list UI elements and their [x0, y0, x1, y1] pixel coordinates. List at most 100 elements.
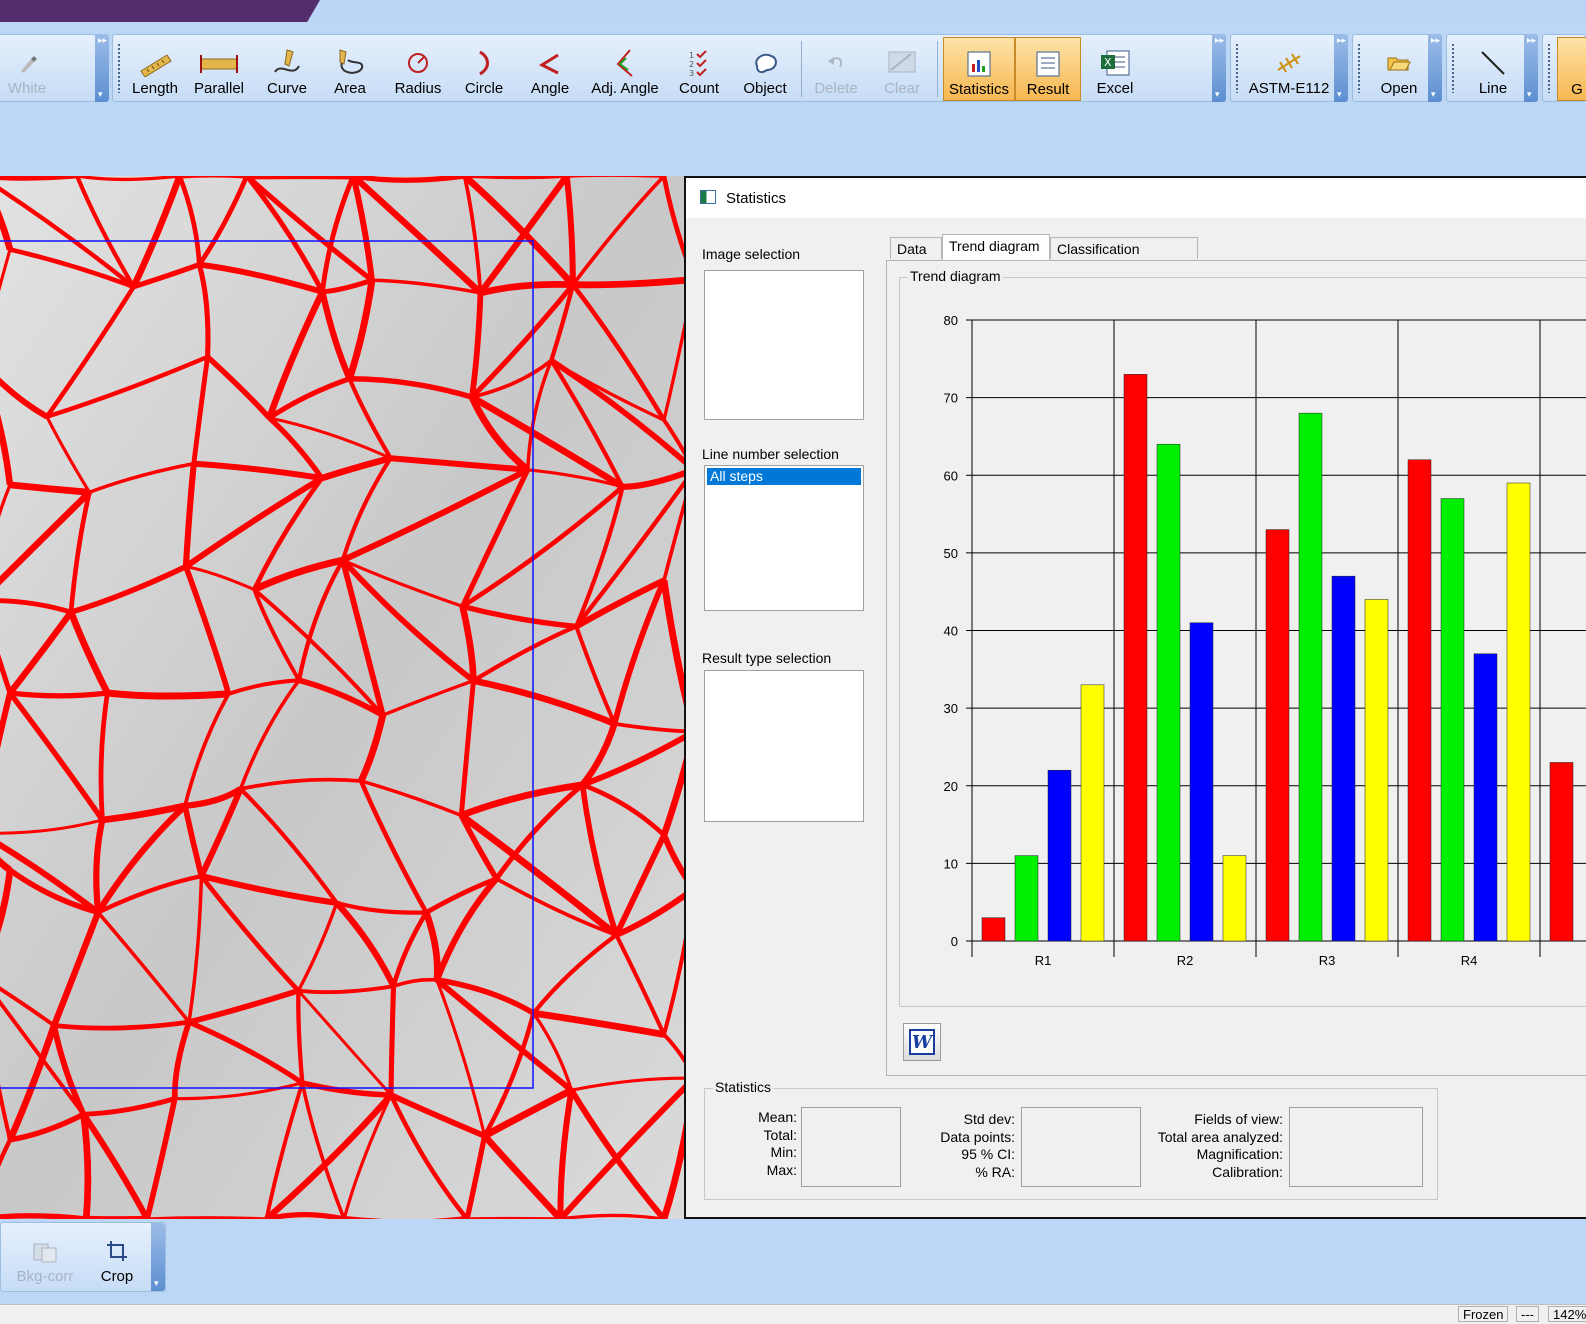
bar [1441, 499, 1464, 941]
grain-boundary [391, 986, 394, 1095]
x-tick-label: R2 [1177, 953, 1194, 968]
toolbar-grip[interactable] [1357, 43, 1361, 93]
result-button[interactable]: Result [1015, 37, 1081, 101]
bar [1015, 856, 1038, 941]
ruler-icon [137, 46, 173, 80]
partial-toolbar-button[interactable]: G [1557, 37, 1586, 101]
area-lasso-icon [334, 46, 366, 80]
length-button[interactable]: Length [127, 39, 183, 99]
calibration-label: Calibration: [1135, 1164, 1283, 1182]
bar [1365, 599, 1388, 941]
crop-button[interactable]: Crop [93, 1227, 141, 1287]
toolbar-grip[interactable] [1235, 43, 1239, 93]
bar [1048, 770, 1071, 941]
y-tick-label: 30 [944, 701, 958, 716]
svg-text:1: 1 [689, 51, 694, 60]
bottom-toolbar-overflow[interactable]: ▾ [151, 1223, 165, 1291]
main-toolbar: White ▸▸▾ Length Parallel Curve Area Rad… [0, 34, 1586, 104]
radius-button[interactable]: Radius [391, 39, 445, 99]
statistics-button[interactable]: Statistics [943, 37, 1015, 101]
grain-boundary [0, 1216, 86, 1219]
toolbar-group-overflow[interactable]: ▸▸▾ [95, 34, 109, 102]
parallel-ruler-icon [199, 46, 239, 80]
circle-arc-icon [474, 46, 494, 80]
clear-button[interactable]: Clear [875, 39, 929, 99]
std-dev-label: Std dev: [911, 1111, 1015, 1129]
image-selection-list[interactable] [704, 270, 864, 420]
pipette-icon [15, 46, 39, 80]
microstructure-image-view[interactable] [0, 176, 684, 1219]
ci-label: 95 % CI: [911, 1146, 1015, 1164]
excel-button[interactable]: X Excel [1089, 39, 1141, 99]
status-bar: Frozen --- 142% [0, 1304, 1586, 1324]
parallel-button[interactable]: Parallel [191, 39, 247, 99]
total-label: Total: [715, 1127, 797, 1145]
area-button[interactable]: Area [325, 39, 375, 99]
tab-classification-diagram[interactable]: Classification diagram [1050, 237, 1198, 259]
statistics-window: Statistics Image selection Line number s… [684, 176, 1586, 1219]
statistics-summary-group: Statistics Mean: Total: Min: Max: Std de… [704, 1088, 1438, 1200]
toolbar-group-overflow[interactable]: ▸▸▾ [1524, 34, 1538, 102]
white-button[interactable]: White [0, 39, 57, 99]
bar [1266, 530, 1289, 941]
app-tab-accent [0, 0, 320, 22]
svg-text:X: X [1104, 56, 1112, 69]
tab-trend-diagram[interactable]: Trend diagram [942, 234, 1050, 260]
bkg-corr-button[interactable]: Bkg-corr [13, 1227, 77, 1287]
min-label: Min: [715, 1144, 797, 1162]
angle-button[interactable]: Angle [525, 39, 575, 99]
statistics-window-titlebar[interactable]: Statistics [686, 178, 1586, 218]
toolbar-grip[interactable] [1547, 43, 1551, 93]
y-tick-label: 0 [951, 934, 958, 949]
object-button[interactable]: Object [737, 39, 793, 99]
line-number-selection-list[interactable]: All steps [704, 465, 864, 611]
status-placeholder: --- [1516, 1306, 1539, 1322]
toolbar-grip[interactable] [117, 43, 121, 93]
toolbar-group-astm: ASTM-E112 [1230, 34, 1348, 102]
result-type-selection-list[interactable] [704, 670, 864, 822]
toolbar-grip[interactable] [1451, 43, 1455, 93]
toolbar-group-overflow[interactable]: ▸▸▾ [1428, 34, 1442, 102]
toolbar-separator [937, 41, 938, 97]
object-shape-icon [751, 46, 779, 80]
bar [1299, 413, 1322, 941]
result-type-selection-label: Result type selection [702, 650, 831, 666]
open-button[interactable]: Open [1369, 39, 1429, 99]
grain-boundary-image[interactable] [0, 176, 684, 1219]
bar [1507, 483, 1530, 941]
result-table-icon [1035, 47, 1061, 81]
svg-text:2: 2 [689, 60, 694, 69]
bar [1550, 762, 1573, 941]
bar [1223, 856, 1246, 941]
toolbar-group-partial: G [1542, 34, 1586, 102]
bottom-toolbar: Bkg-corr Crop ▾ [0, 1222, 166, 1292]
svg-text:3: 3 [689, 69, 694, 78]
delete-button[interactable]: Delete [809, 39, 863, 99]
count-button[interactable]: 123 Count [673, 39, 725, 99]
toolbar-group-measure: Length Parallel Curve Area Radius Circle… [112, 34, 1222, 102]
toolbar-group-overflow[interactable]: ▸▸▾ [1334, 34, 1348, 102]
curve-button[interactable]: Curve [259, 39, 315, 99]
line-number-selection-label: Line number selection [702, 446, 839, 462]
adj-angle-button[interactable]: Adj. Angle [587, 39, 663, 99]
toolbar-group-overflow[interactable]: ▸▸▾ [1212, 34, 1226, 102]
crop-icon [105, 1234, 129, 1268]
bar [1408, 460, 1431, 941]
circle-button[interactable]: Circle [459, 39, 509, 99]
grain-boundary [147, 1218, 266, 1219]
count-checklist-icon: 123 [687, 46, 711, 80]
curve-pen-icon [271, 46, 303, 80]
list-item-all-steps[interactable]: All steps [707, 468, 861, 485]
bar [1190, 623, 1213, 941]
astm-e112-button[interactable]: ASTM-E112 [1243, 39, 1335, 99]
title-strip [0, 0, 1586, 22]
grain-boundary [465, 176, 567, 177]
export-word-button[interactable]: W [903, 1023, 941, 1061]
mean-label: Mean: [715, 1109, 797, 1127]
line-button[interactable]: Line [1463, 39, 1523, 99]
x-tick-label: R3 [1319, 953, 1336, 968]
magnification-label: Magnification: [1135, 1146, 1283, 1164]
fields-of-view-label: Fields of view: [1135, 1111, 1283, 1129]
stats-labels-col2: Std dev: Data points: 95 % CI: % RA: [911, 1111, 1015, 1181]
tab-data[interactable]: Data [890, 237, 942, 259]
